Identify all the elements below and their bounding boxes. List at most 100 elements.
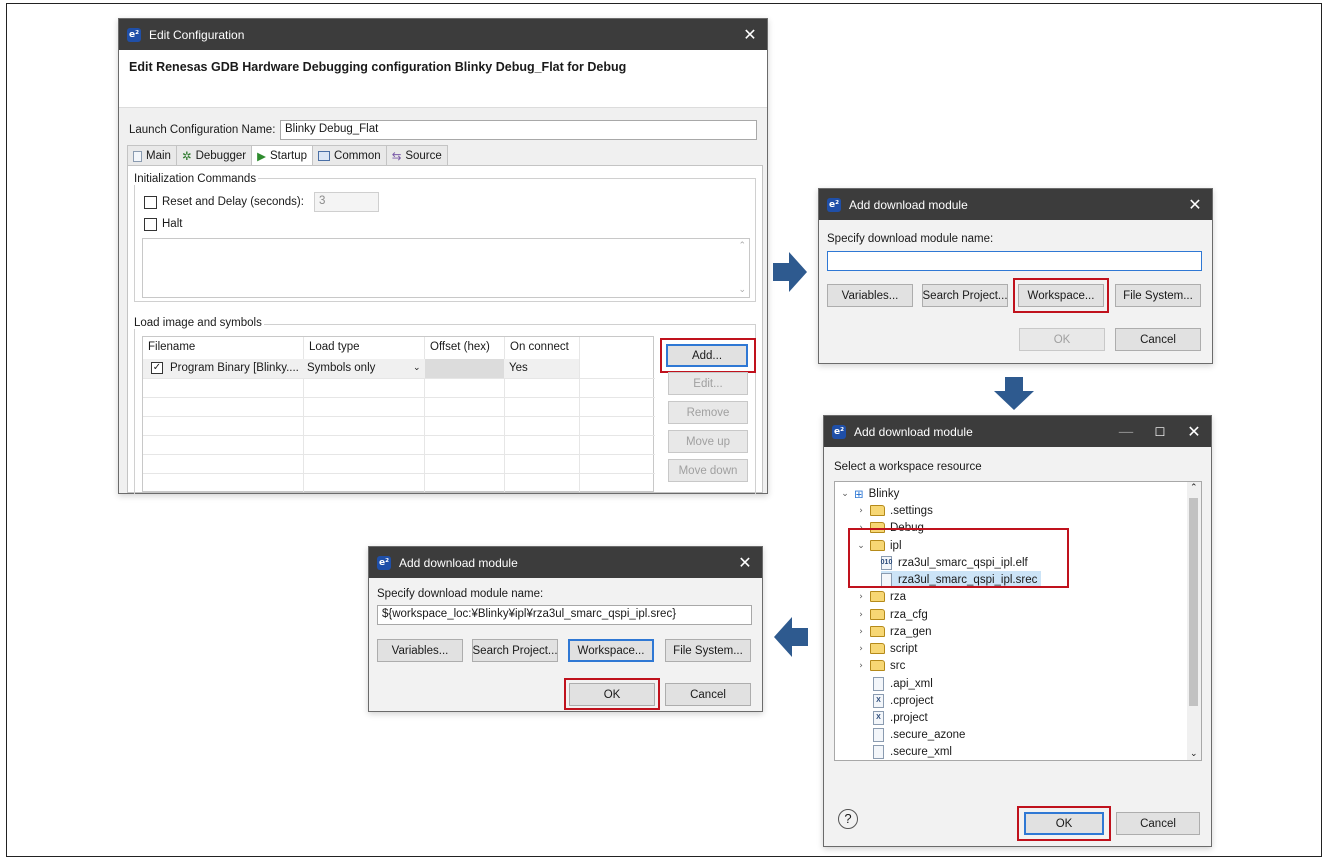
- tree-item-rza-gen[interactable]: › rza_gen: [855, 623, 931, 640]
- reset-delay-checkbox[interactable]: [144, 196, 157, 209]
- tree-item-cproject[interactable]: X .cproject: [873, 692, 933, 709]
- ok-button[interactable]: OK: [1019, 328, 1105, 351]
- tree-item-elf[interactable]: 010 rza3ul_smarc_qspi_ipl.elf: [881, 554, 1028, 571]
- scroll-down-icon[interactable]: ⌄: [1190, 749, 1198, 759]
- cancel-button[interactable]: Cancel: [1116, 812, 1200, 835]
- remove-button[interactable]: Remove: [668, 401, 748, 424]
- minimize-icon[interactable]: —: [1109, 416, 1143, 447]
- cancel-button[interactable]: Cancel: [665, 683, 751, 706]
- reset-delay-input[interactable]: 3: [314, 192, 379, 212]
- folder-open-icon: [870, 540, 885, 551]
- row-load-type[interactable]: Symbols only: [307, 362, 375, 374]
- scroll-down-icon[interactable]: ⌄: [738, 285, 746, 295]
- tab-source[interactable]: ⇆ Source: [386, 145, 448, 166]
- dialog-title: Add download module: [854, 424, 973, 439]
- source-icon: ⇆: [391, 149, 402, 163]
- tree-item-api-xml[interactable]: .api_xml: [873, 675, 933, 692]
- module-name-input[interactable]: ${workspace_loc:¥Blinky¥ipl¥rza3ul_smarc…: [377, 605, 752, 625]
- play-icon: ▶: [257, 149, 266, 163]
- close-icon[interactable]: ✕: [1177, 416, 1211, 447]
- close-icon[interactable]: ✕: [1178, 189, 1212, 220]
- tree-item-secure-xml[interactable]: .secure_xml: [873, 743, 952, 760]
- row-on-connect: Yes: [509, 362, 528, 374]
- search-project-button[interactable]: Search Project...: [472, 639, 558, 662]
- scroll-up-icon[interactable]: ⌃: [738, 241, 746, 251]
- variables-button[interactable]: Variables...: [827, 284, 913, 307]
- add-button[interactable]: Add...: [666, 344, 748, 367]
- page-heading: Edit Renesas GDB Hardware Debugging conf…: [129, 60, 627, 74]
- tree-item-project[interactable]: X .project: [873, 709, 928, 726]
- folder-icon: [870, 591, 885, 602]
- collapse-icon: ›: [859, 660, 863, 671]
- expand-icon: ⌄: [841, 488, 849, 499]
- row-divider: [143, 397, 655, 398]
- scroll-up-icon[interactable]: ⌃: [1190, 483, 1198, 493]
- collapse-icon: ›: [859, 505, 863, 516]
- file-icon: [873, 744, 884, 759]
- tab-main[interactable]: Main: [127, 145, 177, 166]
- row-divider: [143, 454, 655, 455]
- close-icon[interactable]: ✕: [728, 547, 762, 578]
- column-header-on-connect[interactable]: On connect: [505, 337, 579, 359]
- tree-item-rza[interactable]: › rza: [855, 588, 906, 605]
- cancel-button[interactable]: Cancel: [1115, 328, 1201, 351]
- e2-studio-icon: e²: [127, 27, 141, 42]
- tree-item-ipl[interactable]: ⌄ ipl: [855, 537, 901, 554]
- scrollbar-thumb[interactable]: [1189, 498, 1198, 706]
- e2-studio-icon: e²: [827, 197, 841, 212]
- collapse-icon: ›: [859, 626, 863, 637]
- table-icon: [318, 151, 331, 161]
- tree-item-debug[interactable]: › Debug: [855, 519, 924, 536]
- tab-debugger[interactable]: ✲ Debugger: [176, 145, 253, 166]
- column-header-load-type[interactable]: Load type: [304, 337, 424, 359]
- ok-button[interactable]: OK: [569, 683, 655, 706]
- file-system-button[interactable]: File System...: [1115, 284, 1201, 307]
- column-divider: [579, 337, 580, 492]
- init-commands-textarea[interactable]: ⌃ ⌄: [142, 238, 750, 298]
- close-icon[interactable]: ✕: [733, 19, 767, 50]
- file-system-button[interactable]: File System...: [665, 639, 751, 662]
- tree-item-blinky[interactable]: ⌄ ⊞ Blinky: [839, 485, 899, 502]
- halt-checkbox[interactable]: [144, 218, 157, 231]
- load-image-label: Load image and symbols: [132, 317, 264, 329]
- column-header-filename[interactable]: Filename: [143, 337, 303, 359]
- variables-button[interactable]: Variables...: [377, 639, 463, 662]
- search-project-button[interactable]: Search Project...: [922, 284, 1008, 307]
- binary-file-icon: 010: [881, 555, 892, 570]
- column-header-offset[interactable]: Offset (hex): [425, 337, 505, 359]
- project-icon: ⊞: [854, 486, 864, 501]
- tree-item-src[interactable]: › src: [855, 657, 905, 674]
- edit-button[interactable]: Edit...: [668, 372, 748, 395]
- arrow-right-icon: [773, 252, 807, 292]
- workspace-button[interactable]: Workspace...: [1018, 284, 1104, 307]
- table-row[interactable]: ✓ Program Binary [Blinky.... Symbols onl…: [143, 359, 579, 378]
- tree-item-script[interactable]: › script: [855, 640, 917, 657]
- expand-icon: ⌄: [857, 540, 865, 551]
- tree-item-srec[interactable]: rza3ul_smarc_qspi_ipl.srec: [881, 571, 1042, 588]
- tab-common[interactable]: Common: [313, 145, 387, 166]
- row-checkbox[interactable]: ✓: [151, 362, 163, 374]
- row-offset-cell[interactable]: [425, 359, 504, 378]
- help-icon[interactable]: ?: [838, 809, 858, 829]
- module-name-input[interactable]: [827, 251, 1202, 271]
- tree-item-settings[interactable]: › .settings: [855, 502, 933, 519]
- title-bar: e² Add download module: [819, 189, 1212, 220]
- collapse-icon: ›: [859, 609, 863, 620]
- arrow-down-icon: [994, 377, 1034, 410]
- tree-item-secure-azone[interactable]: .secure_azone: [873, 726, 965, 743]
- dropdown-chevron-icon[interactable]: ⌄: [413, 363, 421, 373]
- launch-name-input[interactable]: Blinky Debug_Flat: [280, 120, 757, 140]
- tab-startup[interactable]: ▶ Startup: [252, 145, 314, 166]
- document-icon: [133, 150, 142, 162]
- move-down-button[interactable]: Move down: [668, 459, 748, 482]
- maximize-icon[interactable]: ☐: [1143, 416, 1177, 447]
- workspace-tree: ⌄ ⊞ Blinky › .settings › Debug ⌄ ipl 010 rza3u…: [834, 481, 1202, 761]
- e2-studio-icon: e²: [832, 424, 846, 439]
- row-divider: [143, 473, 655, 474]
- ok-button[interactable]: OK: [1024, 812, 1104, 835]
- move-up-button[interactable]: Move up: [668, 430, 748, 453]
- workspace-button[interactable]: Workspace...: [568, 639, 654, 662]
- scrollbar-track[interactable]: ⌃ ⌄: [1187, 482, 1201, 760]
- file-icon: [873, 727, 884, 742]
- tree-item-rza-cfg[interactable]: › rza_cfg: [855, 606, 928, 623]
